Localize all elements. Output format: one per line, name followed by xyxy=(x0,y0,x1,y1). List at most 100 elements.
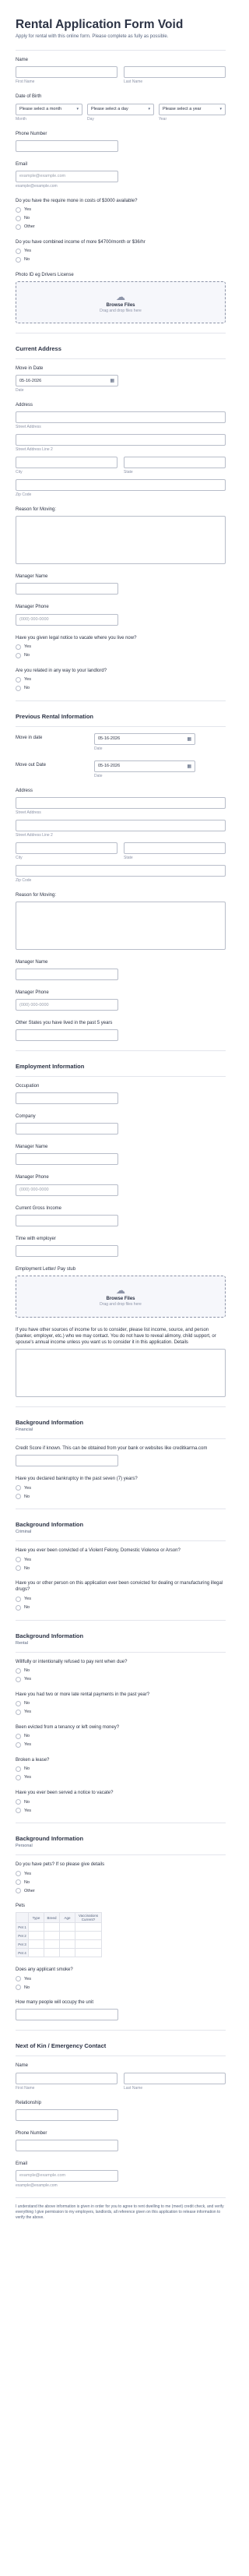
table-cell[interactable] xyxy=(75,1931,102,1941)
radio-option[interactable]: Other xyxy=(16,224,226,230)
street-address-input[interactable] xyxy=(16,796,226,809)
radio-option[interactable]: Yes xyxy=(16,206,226,213)
other-income-textarea[interactable] xyxy=(16,1349,226,1398)
radio-option[interactable]: Yes xyxy=(16,1709,226,1715)
radio-button[interactable] xyxy=(16,215,21,221)
radio-option[interactable]: Yes xyxy=(16,1596,226,1602)
city-input[interactable] xyxy=(16,457,117,469)
manager-name-input[interactable] xyxy=(16,1153,118,1166)
radio-option[interactable]: No xyxy=(16,1565,226,1572)
dob-day-select[interactable]: Please select a day ▾ xyxy=(87,103,154,115)
radio-option[interactable]: Yes xyxy=(16,1676,226,1682)
credit-score-input[interactable] xyxy=(16,1455,118,1467)
radio-option[interactable]: No xyxy=(16,1700,226,1706)
first-name-input[interactable] xyxy=(16,66,117,79)
radio-button[interactable] xyxy=(16,644,21,650)
radio-button[interactable] xyxy=(16,1557,21,1563)
zip-input[interactable] xyxy=(16,864,226,877)
radio-button[interactable] xyxy=(16,1676,21,1682)
radio-option[interactable]: No xyxy=(16,256,226,263)
radio-button[interactable] xyxy=(16,224,21,230)
kin-first-name-input[interactable] xyxy=(16,2072,117,2084)
table-cell[interactable] xyxy=(44,1948,60,1958)
dob-month-select[interactable]: Please select a month ▾ xyxy=(16,103,82,115)
table-cell[interactable] xyxy=(28,1922,44,1932)
dob-year-select[interactable]: Please select a year ▾ xyxy=(159,103,226,115)
table-cell[interactable] xyxy=(75,1948,102,1958)
radio-option[interactable]: Yes xyxy=(16,1741,226,1748)
state-input[interactable] xyxy=(124,842,226,854)
radio-option[interactable]: No xyxy=(16,1494,226,1500)
radio-option[interactable]: Yes xyxy=(16,1485,226,1491)
table-cell[interactable] xyxy=(28,1939,44,1950)
street-address-2-input[interactable] xyxy=(16,434,226,446)
radio-option[interactable]: Other xyxy=(16,1888,226,1894)
radio-button[interactable] xyxy=(16,1565,21,1572)
radio-button[interactable] xyxy=(16,1766,21,1772)
other-states-input[interactable] xyxy=(16,1029,118,1042)
radio-button[interactable] xyxy=(16,652,21,658)
previous-move-out-date-input[interactable]: 05-16-2026 ▦ xyxy=(94,760,195,772)
kin-phone-input[interactable] xyxy=(16,2139,118,2151)
radio-button[interactable] xyxy=(16,256,21,263)
radio-button[interactable] xyxy=(16,1741,21,1748)
radio-option[interactable]: Yes xyxy=(16,1557,226,1563)
table-cell[interactable] xyxy=(75,1939,102,1950)
radio-button[interactable] xyxy=(16,248,21,254)
occupants-input[interactable] xyxy=(16,2009,118,2021)
manager-phone-input[interactable]: (000) 000-0000 xyxy=(16,999,118,1011)
table-cell[interactable] xyxy=(59,1939,75,1950)
radio-option[interactable]: No xyxy=(16,215,226,221)
employment-letter-dropzone[interactable]: ☁ Browse Files Drag and drop files here xyxy=(16,1275,226,1318)
radio-option[interactable]: Yes xyxy=(16,1774,226,1780)
radio-option[interactable]: No xyxy=(16,1799,226,1805)
company-input[interactable] xyxy=(16,1123,118,1135)
previous-move-in-date-input[interactable]: 05-16-2026 ▦ xyxy=(94,732,195,745)
radio-option[interactable]: No xyxy=(16,1766,226,1772)
state-input[interactable] xyxy=(124,457,226,469)
radio-button[interactable] xyxy=(16,1667,21,1674)
manager-phone-input[interactable]: (000) 000-0000 xyxy=(16,1184,118,1196)
manager-phone-input[interactable]: (000) 000-0000 xyxy=(16,613,118,626)
radio-button[interactable] xyxy=(16,1494,21,1500)
table-cell[interactable] xyxy=(44,1922,60,1932)
radio-option[interactable]: No xyxy=(16,1667,226,1674)
calendar-icon[interactable]: ▦ xyxy=(187,736,191,742)
email-input[interactable]: example@example.com xyxy=(16,170,118,182)
radio-button[interactable] xyxy=(16,1485,21,1491)
radio-option[interactable]: Yes xyxy=(16,1808,226,1814)
table-cell[interactable] xyxy=(59,1931,75,1941)
radio-button[interactable] xyxy=(16,1985,21,1991)
radio-button[interactable] xyxy=(16,1976,21,1982)
radio-button[interactable] xyxy=(16,206,21,213)
occupation-input[interactable] xyxy=(16,1092,118,1105)
kin-last-name-input[interactable] xyxy=(124,2072,226,2084)
radio-button[interactable] xyxy=(16,1888,21,1894)
table-cell[interactable] xyxy=(44,1931,60,1941)
table-cell[interactable] xyxy=(59,1922,75,1932)
time-with-employer-input[interactable] xyxy=(16,1244,118,1257)
current-move-in-date-input[interactable]: 05-16-2026 ▦ xyxy=(16,375,118,387)
kin-relationship-input[interactable] xyxy=(16,2108,118,2121)
manager-name-input[interactable] xyxy=(16,968,118,980)
radio-option[interactable]: No xyxy=(16,1604,226,1611)
table-cell[interactable] xyxy=(44,1939,60,1950)
radio-option[interactable]: No xyxy=(16,1733,226,1739)
radio-button[interactable] xyxy=(16,1596,21,1602)
radio-button[interactable] xyxy=(16,676,21,683)
radio-option[interactable]: Yes xyxy=(16,1976,226,1982)
radio-button[interactable] xyxy=(16,685,21,691)
photo-id-dropzone[interactable]: ☁ Browse Files Drag and drop files here xyxy=(16,281,226,324)
radio-option[interactable]: Yes xyxy=(16,1871,226,1877)
radio-button[interactable] xyxy=(16,1808,21,1814)
radio-option[interactable]: Yes xyxy=(16,248,226,254)
table-cell[interactable] xyxy=(75,1922,102,1932)
gross-income-input[interactable] xyxy=(16,1214,118,1226)
radio-button[interactable] xyxy=(16,1604,21,1611)
radio-button[interactable] xyxy=(16,1733,21,1739)
street-address-input[interactable] xyxy=(16,411,226,424)
kin-email-input[interactable]: example@example.com xyxy=(16,2169,118,2182)
reason-textarea[interactable] xyxy=(16,516,226,565)
radio-button[interactable] xyxy=(16,1774,21,1780)
radio-button[interactable] xyxy=(16,1799,21,1805)
